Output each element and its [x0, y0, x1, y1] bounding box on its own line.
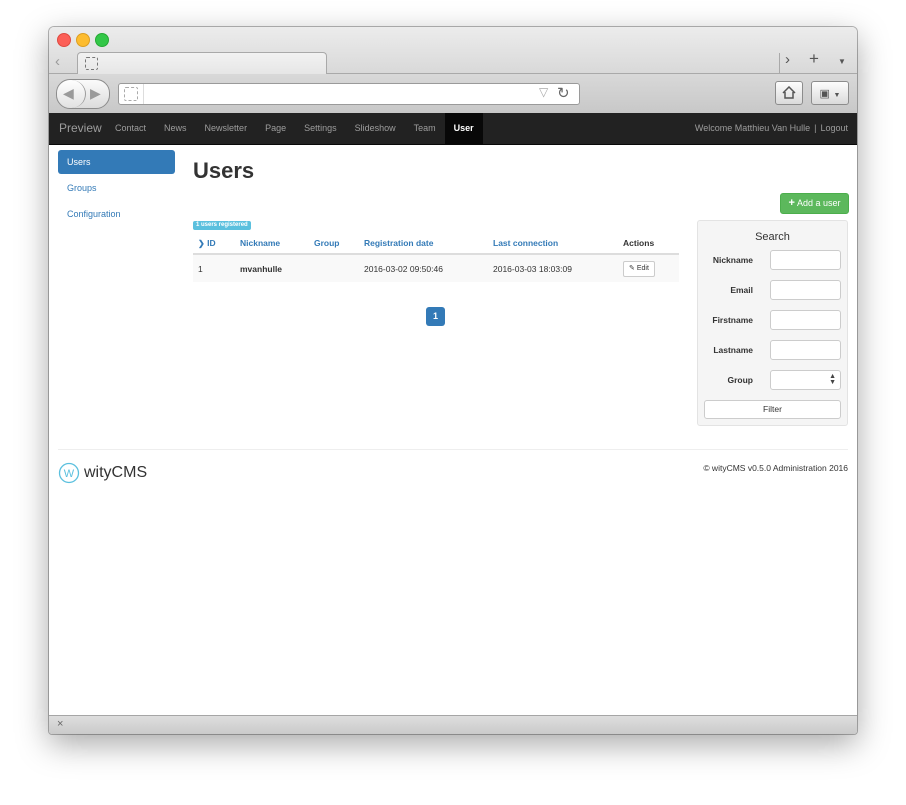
firstname-label: Firstname [712, 315, 753, 325]
cell-nickname: mvanhulle [235, 253, 309, 282]
address-divider [143, 84, 144, 104]
navbar-user-area: Welcome Matthieu Van Hulle | Logout [695, 113, 848, 144]
minimize-window-button[interactable] [76, 33, 90, 47]
navbar-separator: | [814, 123, 817, 133]
history-buttons: ◀ ▶ [56, 79, 110, 109]
nickname-label: Nickname [712, 255, 753, 265]
group-label: Group [727, 375, 754, 385]
logo-letter: W [64, 468, 75, 480]
column-header-registration-date[interactable]: Registration date [359, 233, 488, 255]
sidebar-item-users[interactable]: Users [58, 150, 175, 174]
firstname-input[interactable] [770, 310, 841, 330]
browser-window: ‹ › + ▼ ◀ ▶ ▽ ↻ ▣ ▼ Preview Contact News… [49, 27, 857, 734]
back-arrow-icon: ◀ [63, 85, 74, 101]
logout-link[interactable]: Logout [820, 123, 848, 133]
sidebar-item-configuration[interactable]: Configuration [58, 202, 175, 226]
reload-icon[interactable]: ↻ [557, 84, 570, 102]
pencil-icon: ✎ [629, 264, 635, 272]
column-header-nickname[interactable]: Nickname [235, 233, 309, 255]
search-title: Search [755, 231, 790, 243]
nav-item-user[interactable]: User [444, 113, 483, 144]
cell-registration-date: 2016-03-02 09:50:46 [359, 253, 488, 282]
welcome-text: Welcome Matthieu Van Hulle [694, 123, 811, 133]
nav-item-news[interactable]: News [155, 113, 196, 144]
forward-arrow-icon[interactable]: ▶ [90, 85, 101, 102]
browser-tab[interactable] [77, 52, 327, 74]
footer-divider [58, 449, 848, 450]
witycms-logo: W wityCMS [58, 462, 147, 484]
rss-icon[interactable]: ▽ [539, 85, 548, 99]
sort-chevron-icon: ❯ [198, 239, 205, 248]
tab-divider [779, 53, 780, 73]
navbar-brand[interactable]: Preview [59, 113, 102, 144]
top-navbar: Preview Contact News Newsletter Page Set… [49, 113, 857, 145]
status-bar: × [49, 715, 857, 734]
close-icon[interactable]: × [57, 718, 63, 730]
filter-button[interactable]: Filter [704, 400, 841, 419]
bookmark-icon: ▣ [819, 88, 830, 100]
tab-menu-chevron-icon[interactable]: ▼ [838, 57, 846, 66]
new-tab-icon[interactable]: + [809, 49, 819, 69]
edit-user-button[interactable]: ✎ Edit [623, 260, 655, 277]
cell-id: 1 [193, 253, 235, 282]
logo-text: wityCMS [84, 464, 148, 481]
table-row: 1 mvanhulle 2016-03-02 09:50:46 2016-03-… [193, 253, 679, 282]
edit-label: Edit [636, 264, 649, 272]
close-window-button[interactable] [57, 33, 71, 47]
add-user-button[interactable]: + Add a user [780, 193, 849, 214]
registered-count-badge: 1 users registered [193, 221, 251, 230]
tab-scroll-right-icon[interactable]: › [785, 51, 790, 68]
back-button[interactable]: ◀ [57, 80, 86, 108]
navbar-menu: Contact News Newsletter Page Settings Sl… [106, 113, 483, 144]
lastname-label: Lastname [713, 345, 753, 355]
browser-toolbar: ‹ › + ▼ ◀ ▶ ▽ ↻ ▣ ▼ [49, 27, 857, 114]
page-title: Users [193, 158, 255, 183]
sidebar-item-groups[interactable]: Groups [58, 176, 175, 200]
tab-scroll-left-icon[interactable]: ‹ [55, 53, 60, 70]
nav-item-team[interactable]: Team [405, 113, 445, 144]
favicon-placeholder-icon [85, 57, 98, 70]
column-header-id-label: ID [207, 238, 216, 248]
cell-group [309, 253, 359, 282]
email-label: Email [730, 285, 753, 295]
nav-item-contact[interactable]: Contact [106, 113, 155, 144]
column-header-group[interactable]: Group [309, 233, 359, 255]
cell-actions: ✎ Edit [618, 253, 679, 282]
home-button[interactable] [775, 81, 803, 105]
address-bar[interactable]: ▽ ↻ [118, 83, 580, 105]
column-header-last-connection[interactable]: Last connection [488, 233, 618, 255]
wity-logo-icon: W [58, 462, 80, 484]
search-panel: Search Nickname Email Firstname Lastname… [697, 220, 848, 426]
table-header-row: ❯ ID Nickname Group Registration date La… [193, 233, 679, 255]
page-icon [124, 87, 138, 101]
nickname-input[interactable] [770, 250, 841, 270]
bookmarks-button[interactable]: ▣ ▼ [811, 81, 849, 105]
column-header-id[interactable]: ❯ ID [193, 233, 235, 255]
sidebar: Users Groups Configuration [58, 150, 175, 228]
email-input[interactable] [770, 280, 841, 300]
lastname-input[interactable] [770, 340, 841, 360]
nav-item-settings[interactable]: Settings [295, 113, 346, 144]
select-arrows-icon: ▲ ▼ [829, 373, 836, 386]
bookmark-menu-chevron-icon: ▼ [833, 92, 841, 99]
plus-icon: + [788, 197, 795, 209]
column-header-actions: Actions [618, 233, 679, 255]
add-user-label: Add a user [796, 198, 841, 208]
group-select[interactable]: ▲ ▼ [770, 370, 841, 390]
pagination-page-1[interactable]: 1 [426, 307, 445, 326]
nav-item-page[interactable]: Page [256, 113, 295, 144]
copyright-text: © wityCMS v0.5.0 Administration 2016 [703, 463, 848, 473]
cell-last-connection: 2016-03-03 18:03:09 [488, 253, 618, 282]
nav-item-slideshow[interactable]: Slideshow [346, 113, 405, 144]
home-icon [782, 85, 796, 99]
nav-item-newsletter[interactable]: Newsletter [196, 113, 257, 144]
users-table: ❯ ID Nickname Group Registration date La… [193, 233, 679, 282]
zoom-window-button[interactable] [95, 33, 109, 47]
